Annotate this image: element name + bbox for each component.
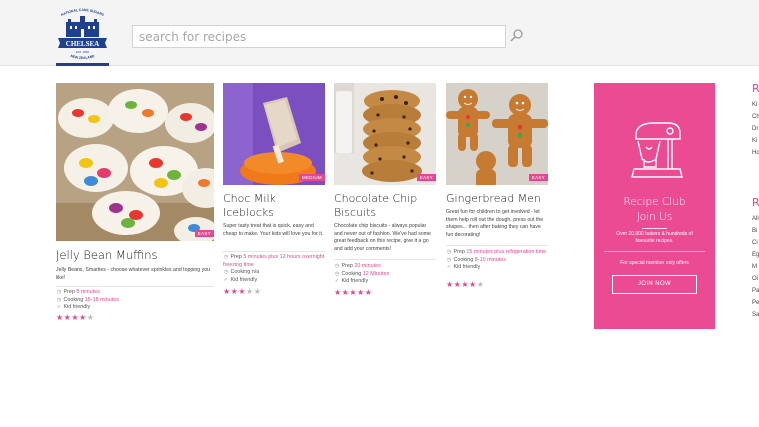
recipe-card-gingerbread-men[interactable]: EASY Gingerbread Men Great fun for child… <box>446 83 548 303</box>
side-item[interactable]: Eg <box>752 252 759 258</box>
star-icon: ★ <box>357 288 365 297</box>
search-input[interactable]: search for recipes <box>132 25 506 48</box>
clock-icon: ◷ <box>446 256 452 263</box>
side-item[interactable]: Pa <box>752 288 759 294</box>
club-offer-text: For special member only offers <box>620 260 689 266</box>
star-icon: ★ <box>223 287 231 296</box>
star-icon: ★ <box>86 313 95 322</box>
rating-stars: ★★★★★ <box>223 287 261 296</box>
clock-icon: ◷ <box>334 263 340 269</box>
recipe-card-jelly-bean-muffins[interactable]: EASY Jelly Bean Muffins Jelly Beans, Sma… <box>56 83 214 333</box>
divider <box>223 251 325 252</box>
star-icon: ★ <box>238 287 247 296</box>
recipe-description: Chocolate chip biscuits - always popular… <box>334 223 431 252</box>
club-subtitle: Join Us <box>636 211 673 223</box>
star-icon: ★ <box>246 287 254 296</box>
recipe-title[interactable]: Choc Milk Iceblocks <box>223 192 325 220</box>
svg-text:CHELSEA: CHELSEA <box>66 40 99 48</box>
check-icon: ✓ <box>56 304 62 311</box>
star-icon: ★ <box>469 280 477 289</box>
star-icon: ★ <box>334 288 342 297</box>
star-icon: ★ <box>476 280 485 289</box>
recipe-image[interactable]: MEDIUM <box>223 83 325 185</box>
recipe-title[interactable]: Chocolate Chip Biscuits <box>334 192 436 220</box>
side-item[interactable]: Ch <box>752 114 759 120</box>
star-icon: ★ <box>461 280 470 289</box>
recipe-description: Great fun for children to get involved -… <box>446 209 544 238</box>
side-item[interactable]: Pe <box>752 300 759 306</box>
join-now-button[interactable]: JOIN NOW <box>612 275 697 294</box>
recipe-description: Super tasty treat that is quick, easy an… <box>223 223 324 237</box>
recipe-meta: ◷ Prep 15 minutes plus refrigeration tim… <box>446 249 547 271</box>
stand-mixer-icon <box>624 119 686 189</box>
side-item[interactable]: Oi <box>752 276 758 282</box>
star-icon: ★ <box>71 313 80 322</box>
chelsea-logo[interactable]: NATIONAL CANE SUGARS CHELSEA EST. 1884 N… <box>56 8 109 66</box>
side-item[interactable]: Dr <box>752 126 758 132</box>
star-icon: ★ <box>349 288 358 297</box>
difficulty-badge: MEDIUM <box>298 174 325 181</box>
clock-icon: ◷ <box>334 270 340 277</box>
clock-icon: ◷ <box>446 249 452 255</box>
rating-stars: ★★★★★ <box>446 280 484 289</box>
side-item[interactable]: Sa <box>752 312 759 318</box>
divider <box>56 286 214 287</box>
recipe-meta-summary: ◷ Prep 5 minutes plus 12 hours overnight… <box>223 254 325 283</box>
star-icon: ★ <box>79 313 87 322</box>
recipe-meta: ◷ Prep 8 minutes ◷ Cooking 15-18 minutes… <box>56 289 119 311</box>
divider <box>334 259 436 260</box>
star-icon: ★ <box>56 313 64 322</box>
side-item[interactable]: M <box>752 264 757 270</box>
difficulty-badge: EASY <box>194 230 214 237</box>
club-title: Recipe Club <box>623 196 686 208</box>
divider <box>604 251 705 252</box>
app-header: NATIONAL CANE SUGARS CHELSEA EST. 1884 N… <box>0 0 759 66</box>
side-item[interactable]: Bi <box>752 228 757 234</box>
rating-stars: ★★★★★ <box>334 288 372 297</box>
recipe-club-panel[interactable]: Recipe Club Join Us Over 20,000 bakers &… <box>594 83 715 329</box>
divider <box>446 245 548 246</box>
recipe-meta: ◷ Prep 20 minutes ◷ Cooking 12 Minutes ✓… <box>334 263 390 285</box>
clock-icon: ◷ <box>223 254 229 260</box>
side-item[interactable]: All <box>752 216 759 222</box>
difficulty-badge: EASY <box>416 174 436 181</box>
side-heading: R <box>752 82 759 95</box>
star-icon: ★ <box>364 288 373 297</box>
divider <box>642 228 667 229</box>
recipe-image[interactable]: EASY <box>56 83 214 241</box>
side-item[interactable]: Ki <box>752 102 757 108</box>
recipe-card-choc-milk-iceblocks[interactable]: MEDIUM Choc Milk Iceblocks Super tasty t… <box>223 83 325 303</box>
svg-text:EST. 1884: EST. 1884 <box>76 50 89 54</box>
side-heading: R <box>752 196 759 209</box>
search-icon[interactable] <box>508 27 526 45</box>
logo-underline <box>56 63 109 66</box>
side-item[interactable]: Ho <box>752 150 759 156</box>
side-item[interactable]: Ki <box>752 138 757 144</box>
svg-text:NATIONAL CANE SUGARS: NATIONAL CANE SUGARS <box>60 8 105 17</box>
clock-icon: ◷ <box>56 296 62 303</box>
recipe-title[interactable]: Jelly Bean Muffins <box>56 248 214 262</box>
recipe-image[interactable]: EASY <box>334 83 436 185</box>
check-icon: ✓ <box>446 264 452 271</box>
check-icon: ✓ <box>223 276 229 283</box>
recipe-card-chocolate-chip-biscuits[interactable]: EASY Chocolate Chip Biscuits Chocolate c… <box>334 83 436 303</box>
recipe-image[interactable]: EASY <box>446 83 548 185</box>
difficulty-badge: EASY <box>528 174 548 181</box>
star-icon: ★ <box>253 287 262 296</box>
star-icon: ★ <box>446 280 454 289</box>
check-icon: ✓ <box>334 278 340 285</box>
svg-text:NEW ZEALAND: NEW ZEALAND <box>70 54 96 60</box>
clock-icon: ◷ <box>56 289 62 295</box>
rating-stars: ★★★★★ <box>56 313 94 322</box>
side-item[interactable]: Ci <box>752 240 758 246</box>
club-description: Over 20,000 bakers & hundreds of favouri… <box>616 231 693 244</box>
recipe-title[interactable]: Gingerbread Men <box>446 192 550 206</box>
clock-icon: ◷ <box>223 269 229 276</box>
recipe-description: Jelly Beans, Smarties - choose whatever … <box>56 267 210 281</box>
